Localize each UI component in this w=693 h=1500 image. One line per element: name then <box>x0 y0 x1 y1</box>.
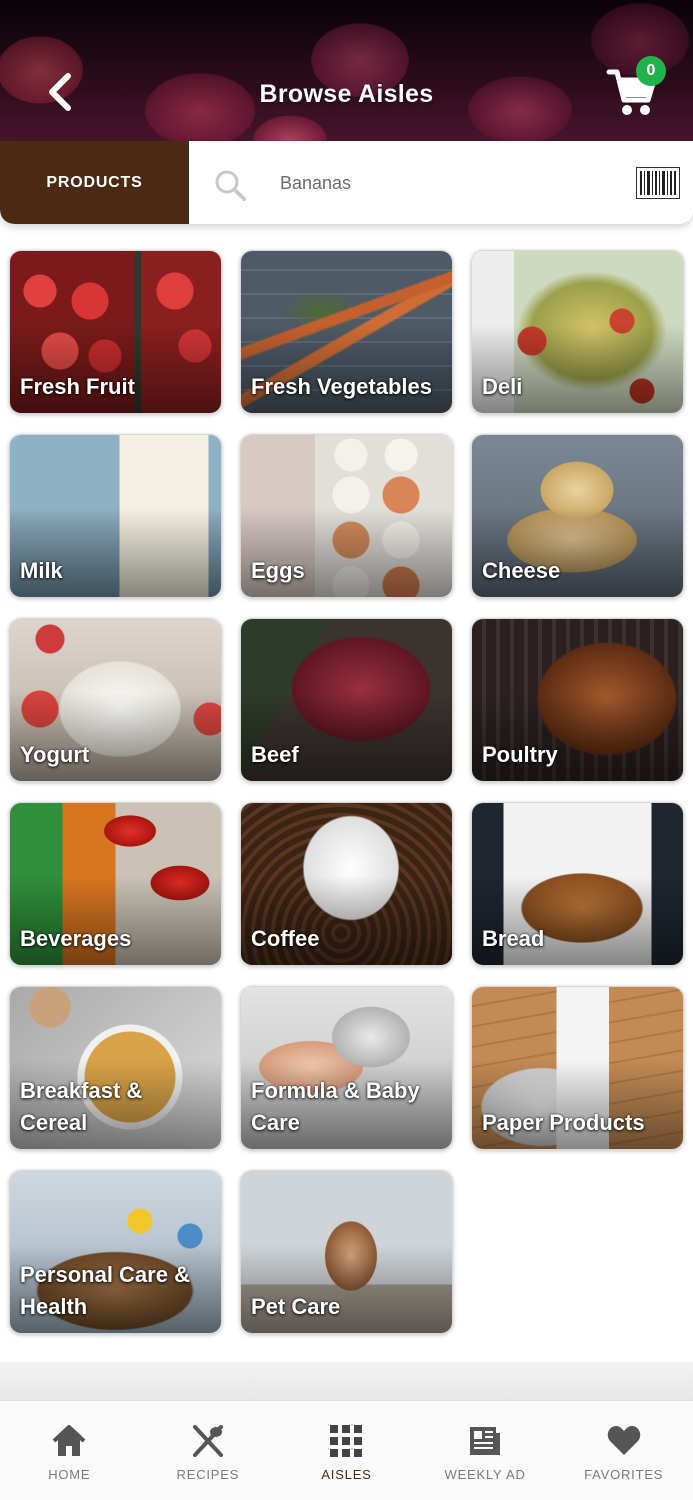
nav-item-favorites[interactable]: FAVORITES <box>554 1401 693 1500</box>
aisle-tile-fresh-fruit[interactable]: Fresh Fruit <box>9 250 222 414</box>
aisle-tile-yogurt[interactable]: Yogurt <box>9 618 222 782</box>
aisle-tile-bread[interactable]: Bread <box>471 802 684 966</box>
aisle-label: Fresh Fruit <box>20 374 135 399</box>
aisle-label: Paper Products <box>482 1110 645 1135</box>
grid-icon <box>330 1425 363 1457</box>
aisle-tile-cheese[interactable]: Cheese <box>471 434 684 598</box>
newspaper-icon <box>470 1427 501 1455</box>
aisle-tile-deli[interactable]: Deli <box>471 250 684 414</box>
cart-count-badge: 0 <box>636 56 666 86</box>
search-icon[interactable] <box>214 169 246 201</box>
aisle-label: Breakfast & Cereal <box>20 1078 143 1135</box>
search-input[interactable] <box>268 165 608 201</box>
bottom-nav: HOME RECIPES AISLES WEEKLY AD FAVORITES <box>0 1400 693 1500</box>
aisle-label: Poultry <box>482 742 558 767</box>
aisle-tile-breakfast-cereal[interactable]: Breakfast & Cereal <box>9 986 222 1150</box>
page-title: Browse Aisles <box>259 80 434 108</box>
aisle-label: Deli <box>482 374 523 399</box>
aisle-label: Eggs <box>251 558 305 583</box>
aisle-tile-beef[interactable]: Beef <box>240 618 453 782</box>
content-footer-divider <box>0 1362 693 1400</box>
home-icon <box>52 1425 86 1456</box>
nav-label: AISLES <box>321 1467 372 1482</box>
aisle-tile-pet-care[interactable]: Pet Care <box>240 1170 453 1334</box>
aisle-label: Cheese <box>482 558 561 583</box>
aisle-label: Milk <box>20 558 63 583</box>
aisle-tile-milk[interactable]: Milk <box>9 434 222 598</box>
nav-label: HOME <box>48 1467 91 1482</box>
nav-item-aisles[interactable]: AISLES <box>277 1401 416 1500</box>
aisle-label: Pet Care <box>251 1294 341 1319</box>
header-banner: Browse Aisles 0 <box>0 0 693 150</box>
aisle-label: Bread <box>482 926 545 951</box>
nav-label: FAVORITES <box>584 1467 664 1482</box>
utensils-icon <box>192 1425 223 1457</box>
aisle-tile-formula-baby-care[interactable]: Formula & Baby Care <box>240 986 453 1150</box>
nav-item-home[interactable]: HOME <box>0 1401 139 1500</box>
aisle-tile-fresh-vegetables[interactable]: Fresh Vegetables <box>240 250 453 414</box>
aisle-label: Yogurt <box>20 742 90 767</box>
aisle-label: Coffee <box>251 926 320 951</box>
nav-label: WEEKLY AD <box>444 1467 526 1482</box>
aisle-tile-personal-care-health[interactable]: Personal Care & Health <box>9 1170 222 1334</box>
heart-icon <box>607 1426 640 1455</box>
aisle-tile-coffee[interactable]: Coffee <box>240 802 453 966</box>
barcode-icon[interactable] <box>636 167 680 199</box>
aisle-tile-beverages[interactable]: Beverages <box>9 802 222 966</box>
aisle-label: Formula & Baby Care <box>251 1078 420 1135</box>
aisle-tile-eggs[interactable]: Eggs <box>240 434 453 598</box>
aisle-tile-paper-products[interactable]: Paper Products <box>471 986 684 1150</box>
nav-item-weekly-ad[interactable]: WEEKLY AD <box>416 1401 555 1500</box>
aisle-label: Beverages <box>20 926 132 951</box>
aisle-label: Personal Care & Health <box>20 1262 190 1319</box>
cart-button[interactable]: 0 <box>606 56 666 118</box>
search-bar: PRODUCTS <box>0 141 693 224</box>
aisle-grid: Fresh Fruit Fresh Vegetables Deli Milk E… <box>9 250 685 1334</box>
aisle-label: Beef <box>251 742 299 767</box>
products-tab[interactable]: PRODUCTS <box>0 141 189 224</box>
nav-label: RECIPES <box>176 1467 240 1482</box>
nav-item-recipes[interactable]: RECIPES <box>139 1401 278 1500</box>
aisle-label: Fresh Vegetables <box>251 374 432 399</box>
aisle-tile-poultry[interactable]: Poultry <box>471 618 684 782</box>
